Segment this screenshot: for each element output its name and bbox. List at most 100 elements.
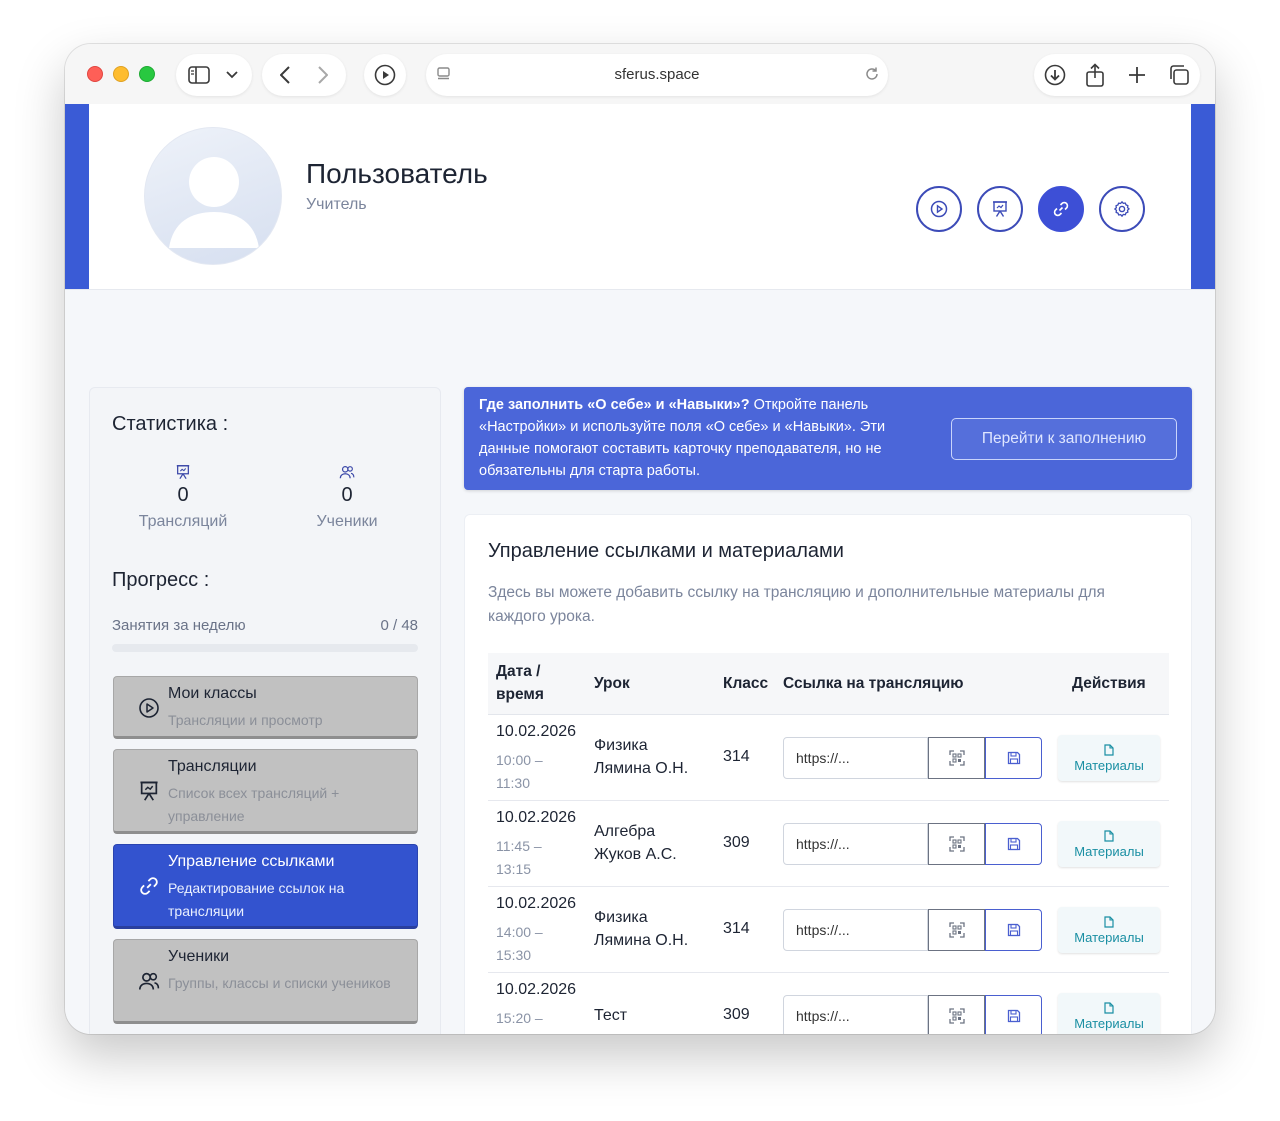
card-title: Управление ссылками и материалами: [488, 540, 844, 562]
link-management-shortcut-button[interactable]: [1038, 186, 1084, 232]
save-link-button[interactable]: [985, 909, 1042, 951]
reload-icon[interactable]: [864, 66, 880, 87]
history-nav-group: [262, 54, 346, 96]
users-icon: [272, 462, 422, 482]
column-header-datetime: Дата / время: [496, 663, 544, 703]
sidebar-item-title: Ученики: [168, 948, 230, 965]
save-link-button[interactable]: [985, 995, 1042, 1034]
header-divider: [65, 289, 1215, 290]
materials-button[interactable]: Материалы: [1058, 907, 1160, 953]
tabs-icon: [1170, 65, 1189, 85]
address-bar[interactable]: sferus.space: [426, 54, 888, 96]
qr-scan-icon: [948, 1008, 965, 1024]
play-circle-icon: [930, 200, 948, 218]
sidebar-item-students[interactable]: Ученики Группы, классы и списки учеников: [113, 939, 418, 1024]
browser-actions-group: [1034, 54, 1200, 96]
progress-value: 0 / 48: [380, 617, 418, 634]
row-date: 10.02.2026: [496, 981, 577, 998]
share-button[interactable]: [1080, 54, 1110, 96]
file-icon: [1104, 743, 1114, 756]
row-time: 14:00 – 15:30: [496, 924, 543, 963]
go-to-fill-button[interactable]: Перейти к заполнению: [951, 418, 1177, 460]
row-date: 10.02.2026: [496, 809, 577, 826]
stat-students-value: 0: [341, 484, 353, 506]
play-circle-icon: [136, 695, 162, 721]
progress-title: Прогресс :: [112, 569, 210, 591]
play-circle-icon: [374, 64, 396, 86]
row-subject: Физика: [594, 737, 648, 754]
row-time: 15:20 – 16:35: [496, 1010, 543, 1034]
sidebar-item-link-management[interactable]: Управление ссылками Редактирование ссыло…: [113, 844, 418, 929]
sidebar-item-subtitle: Редактирование ссылок на трансляции: [168, 880, 345, 919]
qr-code-button[interactable]: [928, 995, 985, 1034]
sidebar-menu-chevron[interactable]: [220, 54, 244, 96]
qr-code-button[interactable]: [928, 823, 985, 865]
progress-label: Занятия за неделю: [112, 617, 246, 634]
my-classes-shortcut-button[interactable]: [916, 186, 962, 232]
profile-info-alert: Где заполнить «О себе» и «Навыки»? Откро…: [464, 387, 1192, 490]
settings-shortcut-button[interactable]: [1099, 186, 1145, 232]
sidebar-item-broadcasts[interactable]: Трансляции Список всех трансляций + упра…: [113, 749, 418, 834]
row-lesson: Физика Лямина О.Н.: [594, 906, 714, 952]
broadcast-link-input[interactable]: https://...: [783, 909, 928, 951]
row-time: 10:00 – 11:30: [496, 752, 543, 791]
tab-overview-button[interactable]: [1164, 54, 1194, 96]
sidebar-icon: [188, 66, 210, 84]
materials-button[interactable]: Материалы: [1058, 993, 1160, 1034]
zoom-window-button[interactable]: [139, 66, 155, 82]
column-header-link: Ссылка на трансляцию: [783, 675, 964, 692]
broadcast-link-input[interactable]: https://...: [783, 995, 928, 1034]
save-link-button[interactable]: [985, 737, 1042, 779]
share-icon: [1086, 63, 1104, 87]
file-icon: [1104, 829, 1114, 842]
sidebar-item-my-classes[interactable]: Мои классы Трансляции и просмотр: [113, 676, 418, 739]
media-button[interactable]: [364, 54, 406, 96]
broadcast-link-input[interactable]: https://...: [783, 823, 928, 865]
table-row: 10.02.2026 14:00 – 15:30 Физика Лямина О.…: [488, 887, 1169, 973]
broadcasts-shortcut-button[interactable]: [977, 186, 1023, 232]
save-link-button[interactable]: [985, 823, 1042, 865]
row-class: 314: [723, 748, 750, 765]
minimize-window-button[interactable]: [113, 66, 129, 82]
qr-code-button[interactable]: [928, 737, 985, 779]
row-link-group: https://...: [783, 995, 1042, 1034]
browser-toolbar: sferus.space: [65, 44, 1215, 104]
downloads-button[interactable]: [1040, 54, 1070, 96]
row-lesson: Алгебра Жуков А.С.: [594, 820, 714, 866]
row-link-group: https://...: [783, 909, 1042, 951]
row-subject: Тест: [594, 1007, 628, 1024]
chevron-right-icon: [318, 66, 328, 84]
row-time: 11:45 – 13:15: [496, 838, 542, 877]
stats-title: Статистика :: [112, 413, 229, 435]
save-icon: [1007, 923, 1020, 937]
broadcast-link-input[interactable]: https://...: [783, 737, 928, 779]
qr-code-button[interactable]: [928, 909, 985, 951]
chevron-down-icon: [226, 71, 238, 79]
users-icon: [136, 968, 162, 994]
file-icon: [1104, 915, 1114, 928]
materials-button[interactable]: Материалы: [1058, 821, 1160, 867]
sidebar-item-title: Трансляции: [168, 758, 257, 775]
sidebar-toggle-button[interactable]: [184, 54, 214, 96]
avatar: [144, 127, 282, 265]
sidebar-item-subtitle: Группы, классы и списки учеников: [168, 975, 391, 991]
links-management-card: Управление ссылками и материалами Здесь …: [464, 514, 1192, 1034]
sidebar-item-subtitle: Список всех трансляций + управление: [168, 785, 340, 824]
forward-button[interactable]: [308, 54, 338, 96]
back-button[interactable]: [270, 54, 300, 96]
close-window-button[interactable]: [87, 66, 103, 82]
materials-label: Материалы: [1074, 843, 1144, 859]
row-teacher: Лямина О.Н.: [594, 760, 689, 777]
sidebar: Статистика : 0 Трансляций 0 Ученики Прог…: [89, 387, 441, 1034]
stat-broadcasts: 0 Трансляций: [108, 462, 258, 531]
new-tab-button[interactable]: [1122, 54, 1152, 96]
alert-bold-text: Где заполнить «О себе» и «Навыки»?: [479, 397, 750, 413]
sidebar-item-title: Управление ссылками: [168, 853, 335, 870]
download-icon: [1044, 64, 1066, 86]
alert-text: Где заполнить «О себе» и «Навыки»? Откро…: [479, 394, 929, 482]
row-link-group: https://...: [783, 823, 1042, 865]
row-subject: Алгебра: [594, 823, 656, 840]
materials-button[interactable]: Материалы: [1058, 735, 1160, 781]
row-lesson: Тест: [594, 1004, 714, 1027]
link-icon: [1053, 201, 1069, 217]
